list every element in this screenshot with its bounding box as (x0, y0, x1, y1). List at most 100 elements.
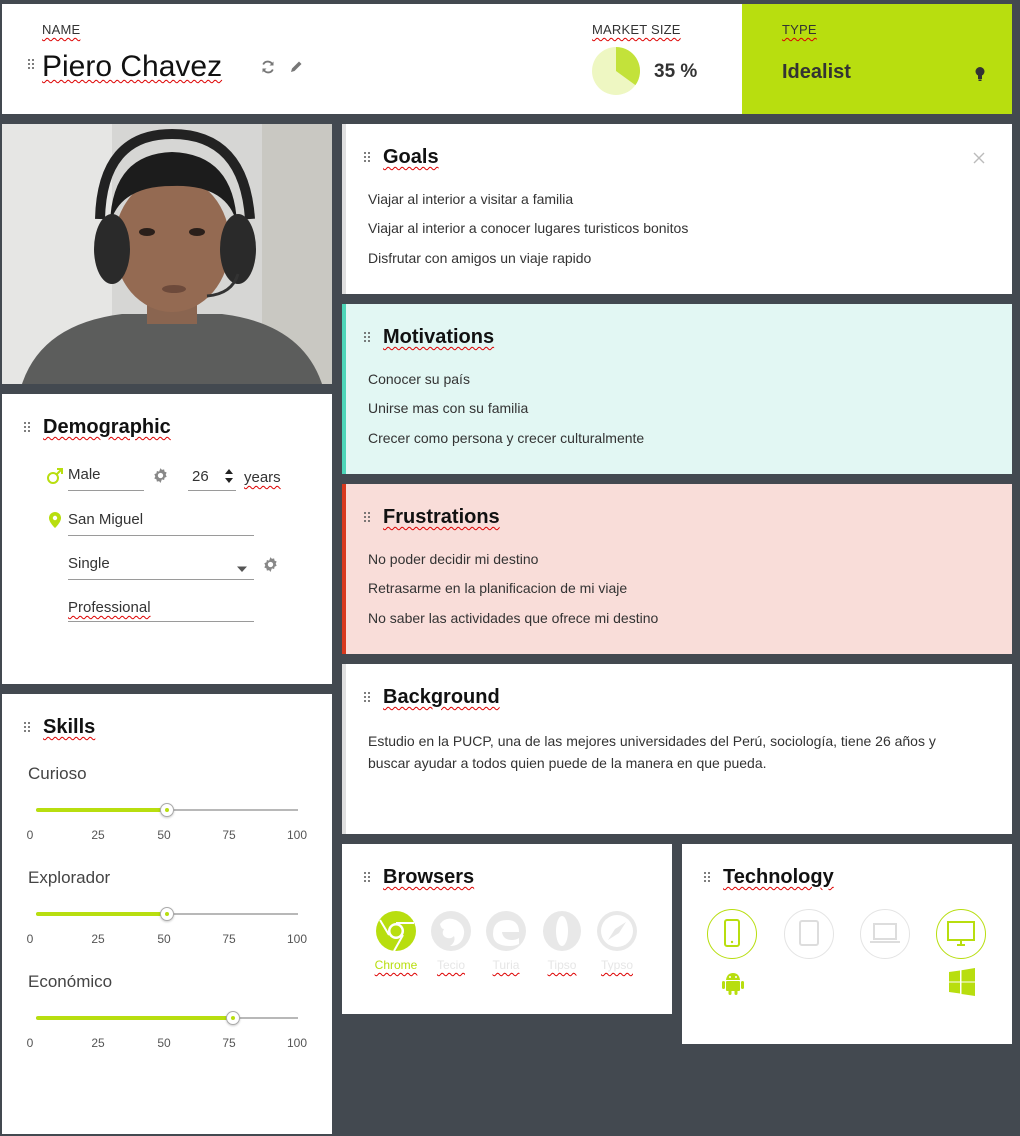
skill-slider-fill (36, 912, 167, 916)
firefox-icon[interactable] (430, 910, 472, 957)
gear-icon[interactable] (152, 467, 169, 489)
goal-item[interactable]: Disfrutar con amigos un viaje rapido (368, 250, 591, 266)
type-card: TYPE Idealist (742, 4, 1012, 114)
demographic-card: Demographic Male 26 years San Miguel Sin… (2, 394, 332, 684)
browser-label: Tipso (532, 958, 592, 972)
frustration-item[interactable]: No saber las actividades que ofrece mi d… (368, 610, 658, 626)
type-value[interactable]: Idealist (782, 61, 851, 84)
motivations-card: Motivations Conocer su país Unirse mas c… (342, 304, 1012, 474)
drag-handle-icon[interactable] (364, 692, 372, 704)
slider-tick-label: 100 (286, 932, 308, 946)
gender-underline (68, 490, 144, 491)
frustration-item[interactable]: Retrasarme en la planificacion de mi via… (368, 580, 627, 596)
browsers-card: Browsers Chrome Tecio Turia Tipso Typso (342, 844, 672, 1014)
location-pin-icon (48, 511, 62, 534)
occupation-field[interactable]: Professional (68, 599, 151, 616)
browser-label-text: Chrome (374, 958, 418, 972)
name-label: NAME (42, 22, 81, 37)
frustrations-title: Frustrations (383, 506, 500, 528)
drag-handle-icon[interactable] (24, 422, 32, 434)
edge-icon[interactable] (485, 910, 527, 957)
slider-tick-label: 50 (157, 1036, 171, 1050)
background-text[interactable]: Estudio en la PUCP, una de las mejores u… (368, 730, 978, 774)
drag-handle-icon[interactable] (24, 722, 32, 734)
motivations-title: Motivations (383, 326, 495, 348)
location-field[interactable]: San Miguel (68, 511, 143, 528)
goal-item[interactable]: Viajar al interior a conocer lugares tur… (368, 220, 688, 236)
slider-tick-label: 75 (222, 932, 236, 946)
skills-title: Skills (43, 716, 96, 738)
skill-label: Económico (28, 972, 113, 991)
slider-tick-label: 50 (157, 932, 171, 946)
drag-handle-icon[interactable] (704, 872, 712, 884)
skill-label: Explorador (28, 868, 111, 887)
avatar (2, 124, 332, 384)
demographic-title: Demographic (43, 416, 171, 438)
market-size-pie (592, 47, 640, 95)
background-title: Background (383, 686, 500, 708)
drag-handle-icon[interactable] (364, 152, 372, 164)
goal-item[interactable]: Viajar al interior a visitar a familia (368, 191, 573, 207)
market-size-label: MARKET SIZE (592, 22, 681, 37)
header-card: NAME Piero Chavez MARKET SIZE 35 % (2, 4, 742, 114)
windows-icon[interactable] (948, 968, 976, 1001)
browser-label-text: Typso (600, 958, 633, 972)
age-stepper[interactable] (224, 467, 234, 490)
browser-label: Chrome (366, 958, 426, 972)
android-icon[interactable] (720, 970, 746, 1001)
skill-slider-handle[interactable] (160, 907, 174, 921)
browser-label: Turia (476, 958, 536, 972)
status-select[interactable]: Single (68, 555, 110, 572)
motivation-item[interactable]: Unirse mas con su familia (368, 400, 528, 416)
smartphone-icon[interactable] (707, 909, 757, 959)
gear-icon[interactable] (262, 556, 279, 578)
slider-tick-label: 100 (286, 828, 308, 842)
slider-tick-label: 25 (91, 932, 105, 946)
age-underline (188, 490, 236, 491)
skill-slider-handle[interactable] (160, 803, 174, 817)
drag-handle-icon[interactable] (364, 332, 372, 344)
browser-label: Typso (587, 958, 647, 972)
market-size-value: 35 % (654, 61, 698, 82)
opera-icon[interactable] (541, 910, 583, 957)
drag-handle-icon[interactable] (364, 512, 372, 524)
safari-icon[interactable] (596, 910, 638, 957)
gender-field[interactable]: Male (68, 466, 101, 483)
motivation-item[interactable]: Crecer como persona y crecer culturalmen… (368, 430, 644, 446)
goals-card: Goals Viajar al interior a visitar a fam… (342, 124, 1012, 294)
close-icon[interactable] (973, 151, 985, 169)
laptop-icon[interactable] (860, 909, 910, 959)
motivation-item[interactable]: Conocer su país (368, 371, 470, 387)
slider-tick-label: 75 (222, 1036, 236, 1050)
type-label: TYPE (782, 22, 817, 37)
chevron-down-icon[interactable] (236, 560, 248, 578)
browser-label-text: Tecio (436, 958, 465, 972)
lightbulb-icon[interactable] (974, 66, 986, 87)
age-field[interactable]: 26 (192, 468, 209, 485)
background-card: Background Estudio en la PUCP, una de la… (342, 664, 1012, 834)
slider-tick-label: 0 (26, 932, 34, 946)
skills-card: Skills Curioso 0 25 50 75 100 Explorador 0 25 50 7… (2, 694, 332, 1134)
slider-tick-label: 0 (26, 1036, 34, 1050)
drag-handle-icon[interactable] (364, 872, 372, 884)
browser-label-text: Turia (492, 958, 520, 972)
browser-label: Tecio (421, 958, 481, 972)
desktop-icon[interactable] (936, 909, 986, 959)
frustrations-card: Frustrations No poder decidir mi destino… (342, 484, 1012, 654)
goals-title: Goals (383, 146, 439, 168)
skill-slider-fill (36, 808, 167, 812)
technology-card: Technology (682, 844, 1012, 1044)
tablet-icon[interactable] (784, 909, 834, 959)
frustration-item[interactable]: No poder decidir mi destino (368, 551, 538, 567)
location-underline (68, 535, 254, 536)
technology-title: Technology (723, 866, 834, 888)
goal-item-text: Viajar al interior a conocer lugares tur… (368, 220, 689, 236)
drag-handle-icon[interactable] (28, 59, 36, 71)
persona-photo[interactable] (2, 124, 332, 384)
persona-name[interactable]: Piero Chavez (42, 50, 222, 84)
pencil-icon[interactable] (288, 59, 304, 80)
skill-slider-handle[interactable] (225, 1011, 240, 1025)
refresh-icon[interactable] (260, 59, 276, 80)
slider-tick-label: 50 (157, 828, 171, 842)
chrome-icon[interactable] (375, 910, 417, 957)
